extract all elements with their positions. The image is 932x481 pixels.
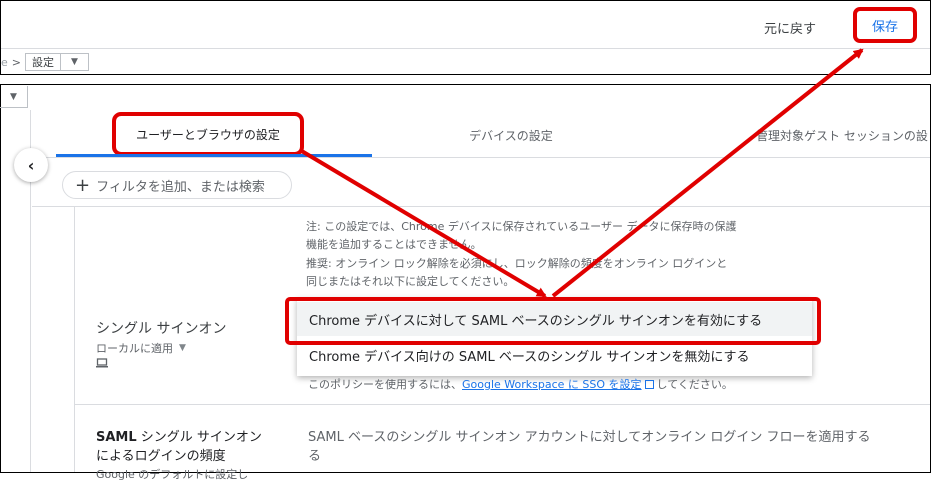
saml-frequency-title: SAML シングル サインオン によるログインの頻度 [96,428,286,466]
note-line: 注: この設定では、Chrome デバイスに保存されているユーザー データに保存… [306,220,737,233]
laptop-icon [96,358,108,368]
saml-frequency-description-line2: る [308,449,322,464]
policy-note-prefix: このポリシーを使用するには、 [308,378,462,391]
note-line: 同じまたはそれ以下に設定してください。 [306,275,515,288]
tab-user-browser-settings[interactable]: ユーザーとブラウザの設定 [112,112,304,156]
breadcrumb-separator: > [11,55,21,69]
tab-device-settings[interactable]: デバイスの設定 [456,120,566,150]
chevron-down-icon: ▼ [179,343,186,353]
row-indent-line [74,206,75,472]
header-panel: 元に戻す 保存 e > 設定 ▼ [0,0,931,75]
saml-frequency-title-line2: によるログインの頻度 [96,449,226,464]
saml-frequency-subtitle: Google のデフォルトに設定し [96,468,249,481]
sso-policy-note: このポリシーを使用するには、Google Workspace に SSO を設定… [308,376,733,392]
chevron-left-icon: ‹ [27,155,35,175]
sso-scope-label: ローカルに適用 [96,342,173,355]
collapse-sidebar-button[interactable]: ‹ [14,148,48,182]
annotation-highlight-option [285,297,821,345]
saml-frequency-description-line1: SAML ベースのシングル サインオン アカウントに対してオンライン ログイン … [308,430,871,445]
sso-scope[interactable]: ローカルに適用 ▼ [96,340,186,356]
breadcrumb-current[interactable]: 設定 [25,53,61,71]
saml-frequency-title-bold: SAML [96,430,137,445]
filter-divider [32,206,930,207]
sso-setting-title: シングル サインオン [96,321,227,337]
tab-managed-guest-settings[interactable]: 管理対象ゲスト セッションの設 [756,120,932,150]
saml-frequency-title-rest: シングル サインオン [136,430,262,445]
note-line: 推奨: オンライン ロック解除を必須にし、ロック解除の頻度をオンライン ログイン… [306,257,728,270]
filter-placeholder: フィルタを追加、または検索 [96,179,265,195]
plus-icon: + [75,174,91,196]
filter-search-input[interactable]: + フィルタを追加、または検索 [62,171,292,199]
breadcrumb-dropdown-icon[interactable]: ▼ [61,53,89,71]
sso-setup-link[interactable]: Google Workspace に SSO を設定 [462,378,642,391]
breadcrumb: e > 設定 ▼ [1,52,89,72]
tabs-divider [32,157,930,158]
header-divider [1,48,930,49]
breadcrumb-prefix: e [1,55,8,69]
undo-button[interactable]: 元に戻す [747,13,833,41]
saml-frequency-description: SAML ベースのシングル サインオン アカウントに対してオンライン ログイン … [308,428,908,466]
save-button[interactable]: 保存 [853,7,917,43]
chevron-down-icon[interactable]: ▼ [0,86,28,108]
row-divider [74,404,930,405]
external-link-icon [644,380,654,389]
policy-note-suffix: してください。 [656,378,733,391]
note-line: 機能を追加することはできません。 [306,238,482,251]
